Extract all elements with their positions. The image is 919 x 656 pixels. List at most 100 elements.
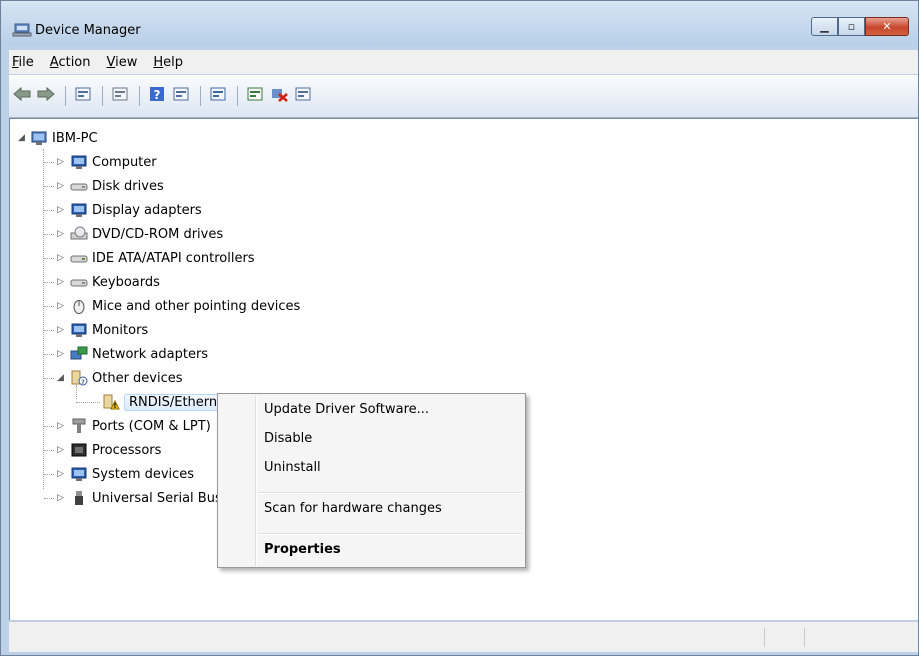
mouse-icon: [70, 298, 88, 314]
back-button[interactable]: [11, 85, 33, 107]
toolbar-separator: [102, 86, 103, 106]
tree-category-item[interactable]: ▷ Ports (COM & LPT): [57, 415, 211, 437]
update-driver-button[interactable]: [244, 85, 266, 107]
expand-arrow-icon[interactable]: ▷: [57, 422, 65, 431]
uninstall-icon: [270, 86, 288, 106]
close-button[interactable]: ✕: [865, 17, 909, 36]
properties-button[interactable]: [109, 85, 131, 107]
tree-category-item[interactable]: ▷ Computer: [57, 151, 157, 173]
tree-category-item[interactable]: ◢? Other devices: [57, 367, 183, 389]
computer-icon: [70, 154, 88, 170]
toolbar-separator: [237, 86, 238, 106]
expand-arrow-icon[interactable]: ▷: [57, 230, 65, 239]
help-button[interactable]: ?: [146, 85, 168, 107]
tree-guide-line: [44, 186, 54, 188]
show-hide-console-tree-button[interactable]: [72, 85, 94, 107]
help-icon: ?: [149, 86, 165, 106]
collapse-arrow-icon[interactable]: ◢: [18, 134, 26, 143]
tree-item-label: Mice and other pointing devices: [92, 298, 301, 314]
tree-root-label: IBM-PC: [52, 130, 98, 146]
tree-category-item[interactable]: ▷ Network adapters: [57, 343, 208, 365]
tree-item-label: Computer: [92, 154, 157, 170]
expand-arrow-icon[interactable]: ▷: [57, 350, 65, 359]
menu-item-properties[interactable]: Properties: [264, 542, 341, 557]
expand-arrow-icon[interactable]: ▷: [57, 278, 65, 287]
svg-text:?: ?: [154, 88, 161, 102]
scan-hardware-button[interactable]: [207, 85, 229, 107]
tree-guide-line: [44, 258, 54, 260]
disable-button[interactable]: [292, 85, 314, 107]
svg-text:?: ?: [81, 379, 85, 386]
expand-arrow-icon[interactable]: ▷: [57, 326, 65, 335]
tree-item-label: System devices: [92, 466, 195, 482]
menu-item-update-driver-software[interactable]: Update Driver Software...: [264, 402, 429, 417]
tree-category-item[interactable]: ▷ Disk drives: [57, 175, 164, 197]
svg-text:!: !: [113, 402, 116, 410]
minimize-icon: ▁: [820, 20, 829, 33]
tree-category-item[interactable]: ▷ IDE ATA/ATAPI controllers: [57, 247, 255, 269]
tree-guide-line: [43, 149, 45, 489]
tree-guide-line: [44, 282, 54, 284]
maximize-icon: ▫: [847, 20, 856, 33]
menu-item-disable[interactable]: Disable: [264, 431, 312, 446]
tree-guide-line: [76, 402, 100, 404]
title-bar[interactable]: Device Manager ▁ ▫ ✕: [1, 1, 918, 45]
context-menu-separator: [258, 492, 522, 494]
uninstall-button[interactable]: [268, 85, 290, 107]
update-driver-icon: [247, 86, 263, 106]
monitor-icon: [70, 322, 88, 338]
status-divider: [764, 628, 765, 647]
context-menu: Update Driver Software... Disable Uninstal…: [217, 393, 526, 568]
tree-item-label: Disk drives: [92, 178, 164, 194]
show-hide-console-tree-icon: [75, 86, 91, 106]
tree-category-item[interactable]: ▷ Monitors: [57, 319, 148, 341]
tree-guide-line: [44, 426, 54, 428]
tree-item-label: Keyboards: [92, 274, 160, 290]
collapse-arrow-icon[interactable]: ◢: [57, 374, 65, 383]
disable-icon: [295, 86, 311, 106]
menu-action[interactable]: Action: [42, 55, 99, 70]
menu-view[interactable]: View: [99, 55, 146, 70]
tree-category-item[interactable]: ▷ Display adapters: [57, 199, 202, 221]
computer-root-icon: [30, 130, 48, 146]
minimize-button[interactable]: ▁: [811, 17, 838, 36]
menu-item-uninstall[interactable]: Uninstall: [264, 460, 321, 475]
expand-arrow-icon[interactable]: ▷: [57, 470, 65, 479]
menu-help[interactable]: Help: [145, 55, 191, 70]
toolbar: ?: [9, 75, 918, 118]
tree-category-item[interactable]: ▷ Processors: [57, 439, 161, 461]
tree-item-label: DVD/CD-ROM drives: [92, 226, 224, 242]
display-adapter-icon: [70, 202, 88, 218]
expand-arrow-icon[interactable]: ▷: [57, 494, 65, 503]
dvd-drive-icon: [70, 226, 88, 242]
expand-arrow-icon[interactable]: ▷: [57, 302, 65, 311]
menu-file[interactable]: File: [9, 55, 42, 70]
expand-arrow-icon[interactable]: ▷: [57, 158, 65, 167]
keyboard-icon: [70, 274, 88, 290]
tree-guide-line: [44, 498, 54, 500]
back-icon: [13, 86, 31, 105]
tree-guide-line: [44, 354, 54, 356]
toolbar-separator: [139, 86, 140, 106]
show-action-pane-button[interactable]: [170, 85, 192, 107]
system-device-icon: [70, 466, 88, 482]
expand-arrow-icon[interactable]: ▷: [57, 254, 65, 263]
tree-category-item[interactable]: ▷ System devices: [57, 463, 195, 485]
tree-category-item[interactable]: ▷ Keyboards: [57, 271, 160, 293]
tree-category-item[interactable]: ▷ DVD/CD-ROM drives: [57, 223, 224, 245]
menu-item-scan-for-hardware-changes[interactable]: Scan for hardware changes: [264, 501, 442, 516]
unknown-device-icon: ?: [70, 370, 88, 386]
tree-root[interactable]: ◢ IBM-PC: [18, 127, 98, 149]
window-title: Device Manager: [35, 23, 141, 38]
expand-arrow-icon[interactable]: ▷: [57, 446, 65, 455]
properties-icon: [112, 86, 128, 106]
status-bar: [9, 621, 918, 652]
maximize-button[interactable]: ▫: [838, 17, 865, 36]
warning-device-icon: !: [102, 394, 120, 410]
tree-guide-line: [44, 330, 54, 332]
expand-arrow-icon[interactable]: ▷: [57, 182, 65, 191]
tree-category-item[interactable]: ▷ Mice and other pointing devices: [57, 295, 301, 317]
forward-button[interactable]: [35, 85, 57, 107]
context-menu-separator: [258, 533, 522, 535]
expand-arrow-icon[interactable]: ▷: [57, 206, 65, 215]
